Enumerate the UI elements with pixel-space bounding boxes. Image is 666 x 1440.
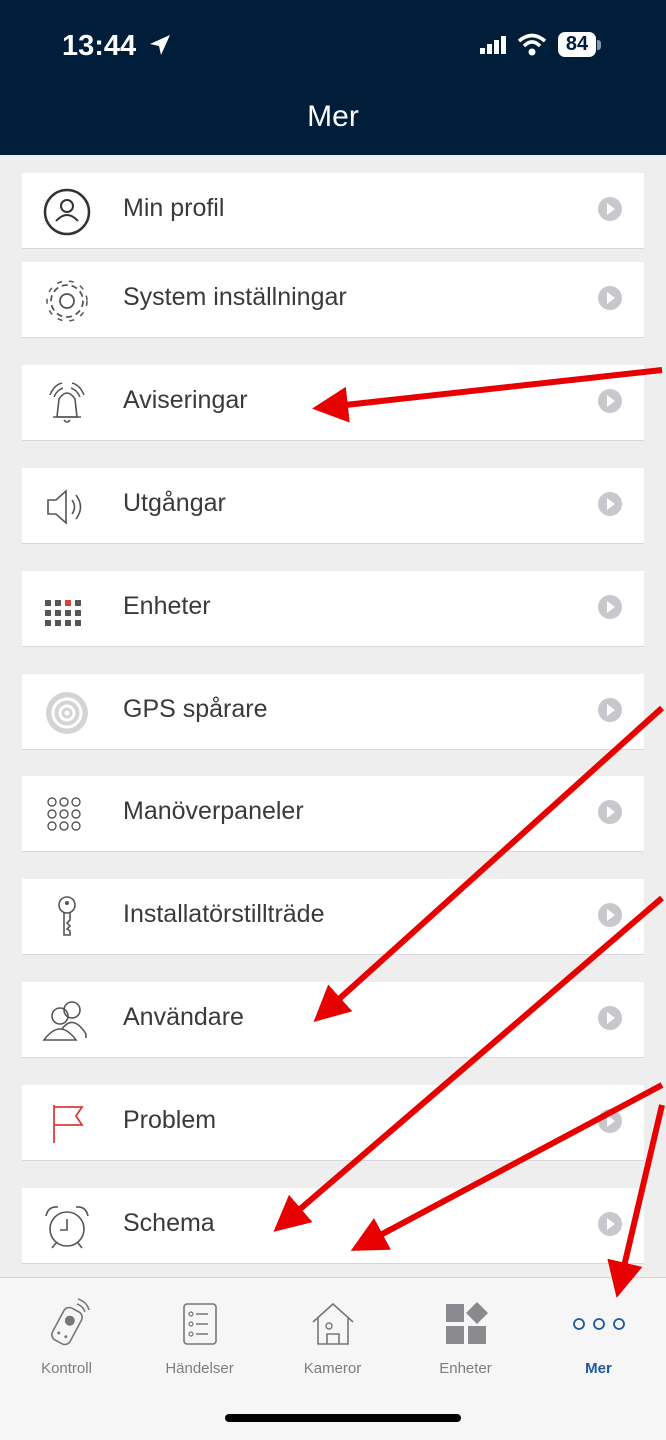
menu-item-label: Manöverpaneler bbox=[123, 797, 304, 825]
chevron-right-icon bbox=[598, 1212, 622, 1236]
menu-item-min-profil[interactable]: Min profil bbox=[22, 173, 644, 249]
flag-icon bbox=[53, 1105, 84, 1143]
tab-label: Kontroll bbox=[41, 1360, 92, 1377]
house-icon bbox=[312, 1302, 354, 1345]
menu-item-label: Schema bbox=[123, 1209, 215, 1237]
tab-handelser[interactable]: Händelser bbox=[133, 1278, 266, 1388]
key-icon bbox=[58, 896, 76, 936]
remote-icon bbox=[51, 1298, 90, 1346]
chevron-right-icon bbox=[598, 800, 622, 824]
chevron-right-icon bbox=[598, 1006, 622, 1030]
menu-item-utgangar[interactable]: Utgångar bbox=[22, 468, 644, 544]
status-time: 13:44 bbox=[62, 30, 137, 62]
battery-level: 84 bbox=[558, 32, 596, 57]
bell-icon bbox=[49, 382, 85, 423]
list-icon bbox=[183, 1303, 217, 1345]
menu-item-problem[interactable]: Problem bbox=[22, 1085, 644, 1161]
tab-kameror[interactable]: Kameror bbox=[266, 1278, 399, 1388]
signal-icon bbox=[480, 36, 506, 54]
tab-mer[interactable]: Mer bbox=[532, 1278, 665, 1388]
menu-item-anvandare[interactable]: Användare bbox=[22, 982, 644, 1058]
speaker-icon bbox=[47, 489, 82, 525]
chevron-right-icon bbox=[598, 903, 622, 927]
app-header: 13:44 84 Mer bbox=[0, 0, 666, 155]
menu-item-system-installningar[interactable]: System inställningar bbox=[22, 262, 644, 338]
tab-label: Kameror bbox=[303, 1360, 362, 1377]
devices-icon bbox=[446, 1302, 488, 1344]
menu-item-label: System inställningar bbox=[123, 283, 347, 311]
menu-item-enheter[interactable]: Enheter bbox=[22, 571, 644, 647]
menu-item-label: Enheter bbox=[123, 592, 211, 620]
tab-enheter[interactable]: Enheter bbox=[399, 1278, 532, 1388]
alarm-clock-icon bbox=[45, 1206, 89, 1249]
menu-item-label: Aviseringar bbox=[123, 386, 248, 414]
chevron-right-icon bbox=[598, 286, 622, 310]
more-dots-icon bbox=[573, 1318, 625, 1330]
chevron-right-icon bbox=[598, 1109, 622, 1133]
menu-item-label: Problem bbox=[123, 1106, 217, 1134]
chevron-right-icon bbox=[598, 492, 622, 516]
battery-nub bbox=[597, 40, 601, 50]
tab-label: Mer bbox=[585, 1360, 612, 1377]
tab-label: Händelser bbox=[165, 1360, 234, 1377]
home-indicator bbox=[225, 1414, 461, 1422]
page-title: Mer bbox=[307, 100, 359, 133]
menu-item-label: Utgångar bbox=[123, 489, 226, 517]
gps-radar-icon bbox=[46, 692, 88, 734]
annotation-arrow bbox=[313, 705, 665, 1023]
menu-item-installatorstilltrade[interactable]: Installatörstillträde bbox=[22, 879, 644, 955]
chevron-right-icon bbox=[598, 698, 622, 722]
chevron-right-icon bbox=[598, 197, 622, 221]
chevron-right-icon bbox=[598, 595, 622, 619]
panel-grid-icon bbox=[47, 797, 81, 831]
menu-item-label: Installatörstillträde bbox=[123, 900, 325, 928]
menu-item-manoverpaneler[interactable]: Manöverpaneler bbox=[22, 776, 644, 852]
keypad-dots-icon bbox=[45, 600, 81, 626]
location-arrow-icon bbox=[150, 35, 170, 55]
chevron-right-icon bbox=[598, 389, 622, 413]
menu-item-label: GPS spårare bbox=[123, 695, 268, 723]
menu-item-gps-sparare[interactable]: GPS spårare bbox=[22, 674, 644, 750]
tab-label: Enheter bbox=[439, 1360, 492, 1377]
menu-item-label: Användare bbox=[123, 1003, 244, 1031]
tab-kontroll[interactable]: Kontroll bbox=[0, 1278, 133, 1388]
gear-icon bbox=[46, 280, 88, 322]
wifi-icon bbox=[517, 33, 547, 56]
profile-icon bbox=[43, 188, 91, 236]
users-icon bbox=[42, 1001, 87, 1041]
menu-item-label: Min profil bbox=[123, 194, 225, 222]
menu-item-aviseringar[interactable]: Aviseringar bbox=[22, 365, 644, 441]
menu-item-schema[interactable]: Schema bbox=[22, 1188, 644, 1264]
